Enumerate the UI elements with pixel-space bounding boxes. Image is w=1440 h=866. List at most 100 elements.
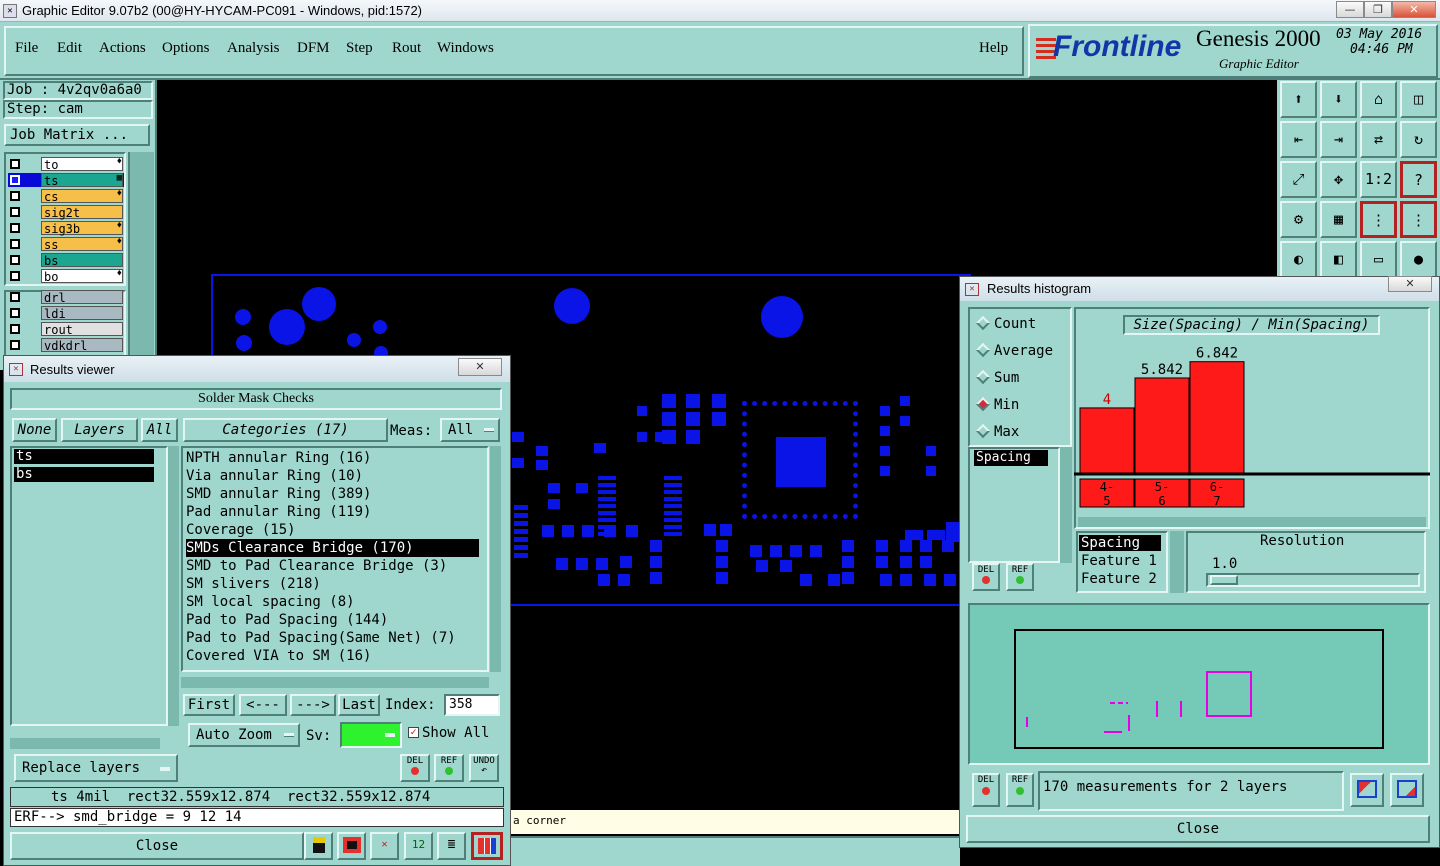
del-button[interactable]: DEL xyxy=(400,754,430,782)
net-icon[interactable]: ⋮ xyxy=(1360,201,1397,238)
layer-name[interactable]: cs xyxy=(41,189,123,204)
report-icon[interactable]: ≣ xyxy=(437,832,466,860)
layer-list-hscroll[interactable] xyxy=(10,738,160,749)
layer-checkbox[interactable] xyxy=(10,292,20,302)
layer-checkbox[interactable] xyxy=(10,340,20,350)
home-icon[interactable]: ⌂ xyxy=(1360,81,1397,118)
net-alt-icon[interactable]: ⋮ xyxy=(1400,201,1437,238)
category-hscroll[interactable] xyxy=(181,677,489,688)
layer-checkbox[interactable] xyxy=(10,255,20,265)
first-button[interactable]: First xyxy=(183,694,235,716)
fit-icon[interactable]: ⤢ xyxy=(1280,161,1317,198)
maximize-button[interactable]: ❐ xyxy=(1364,1,1392,18)
layers-button[interactable]: Layers xyxy=(61,418,138,442)
category-item[interactable]: Pad annular Ring (119) xyxy=(186,503,371,521)
menu-edit[interactable]: Edit xyxy=(57,40,82,57)
histogram-del-button[interactable]: DEL xyxy=(972,563,1000,591)
category-item[interactable]: Pad to Pad Spacing(Same Net) (7) xyxy=(186,629,456,647)
help-icon[interactable]: ? xyxy=(1400,161,1437,198)
zoom-home-icon[interactable]: ⬆ xyxy=(1280,81,1317,118)
menu-dfm[interactable]: DFM xyxy=(297,40,330,57)
ruler-icon[interactable]: ▭ xyxy=(1360,241,1397,278)
layer-name[interactable]: ldi xyxy=(41,306,123,321)
replace-layers-dropdown[interactable]: Replace layers xyxy=(14,754,178,782)
grid-icon[interactable]: ▦ xyxy=(1320,201,1357,238)
measure-item[interactable]: Spacing xyxy=(974,450,1048,466)
preview-ref-button[interactable]: REF xyxy=(1006,773,1034,807)
histogram-close-x[interactable]: ✕ xyxy=(1388,276,1432,292)
auto-zoom-dropdown[interactable]: Auto Zoom xyxy=(188,723,300,747)
results-viewer-close-x[interactable]: ✕ xyxy=(458,358,502,376)
layer-row-to[interactable]: to ♦ xyxy=(8,157,124,172)
center-icon[interactable]: ✥ xyxy=(1320,161,1357,198)
attr-item[interactable]: Feature 1 xyxy=(1079,553,1159,569)
chart-hscroll[interactable] xyxy=(1078,517,1426,527)
layer-checkbox[interactable] xyxy=(10,223,20,233)
menu-file[interactable]: File xyxy=(15,40,38,57)
category-item[interactable]: Pad to Pad Spacing (144) xyxy=(186,611,388,629)
layer-checkbox[interactable] xyxy=(10,159,20,169)
meas-dropdown[interactable]: All xyxy=(440,418,500,442)
layer-list-vscroll[interactable] xyxy=(168,446,179,726)
category-vscroll[interactable] xyxy=(490,446,501,672)
tools-icon[interactable]: ⚙ xyxy=(1280,201,1317,238)
ref-disabled-icon[interactable]: ✕ xyxy=(370,832,399,860)
measure-list-scroll[interactable] xyxy=(1060,447,1072,563)
job-matrix-button[interactable]: Job Matrix ... xyxy=(4,124,150,146)
layer-name[interactable]: vdkdrl xyxy=(41,338,123,353)
category-item[interactable]: SMD annular Ring (389) xyxy=(186,485,371,503)
save-view-icon[interactable]: ⬇ xyxy=(1320,81,1357,118)
layer-name[interactable]: sig3b xyxy=(41,221,123,236)
minimize-button[interactable]: — xyxy=(1336,1,1364,18)
pan-right-icon[interactable]: ⇥ xyxy=(1320,121,1357,158)
close-window-button[interactable]: ✕ xyxy=(1392,1,1436,18)
layer-checkbox[interactable] xyxy=(10,308,20,318)
layer-row-cs[interactable]: cs ♦ xyxy=(8,189,124,204)
none-button[interactable]: None xyxy=(12,418,57,442)
layer-checkbox[interactable] xyxy=(10,239,20,249)
attr-item[interactable]: Feature 2 xyxy=(1079,571,1159,587)
attr-list-scroll[interactable] xyxy=(1170,531,1184,593)
category-item[interactable]: SMD to Pad Clearance Bridge (3) xyxy=(186,557,447,575)
preview-del-button[interactable]: DEL xyxy=(972,773,1000,807)
undo-button[interactable]: UNDO ↶ xyxy=(469,754,499,782)
layer-scrollbar[interactable] xyxy=(128,152,154,370)
layer-name[interactable]: rout xyxy=(41,322,123,337)
layer-row-ldi[interactable]: ldi xyxy=(8,306,124,321)
layer-name[interactable]: drl xyxy=(41,290,123,305)
category-item[interactable]: SM slivers (218) xyxy=(186,575,321,593)
layer-icon[interactable]: ◐ xyxy=(1280,241,1317,278)
stop-icon[interactable] xyxy=(337,832,366,860)
menu-step[interactable]: Step xyxy=(346,40,373,57)
layer-name[interactable]: bo xyxy=(41,269,123,284)
slider-thumb[interactable] xyxy=(1210,575,1238,585)
swap-icon[interactable]: ⇄ xyxy=(1360,121,1397,158)
attr-item[interactable]: Spacing xyxy=(1079,535,1161,551)
index-input[interactable]: 358 xyxy=(444,694,500,716)
menu-windows[interactable]: Windows xyxy=(437,40,494,57)
layer-checkbox[interactable] xyxy=(10,324,20,334)
category-item[interactable]: Covered VIA to SM (16) xyxy=(186,647,371,665)
layer-checkbox[interactable] xyxy=(10,207,20,217)
ref-button[interactable]: REF xyxy=(434,754,464,782)
result-layer-item[interactable]: ts xyxy=(14,449,154,464)
last-button[interactable]: Last xyxy=(338,694,380,716)
layer-row-vdkdrl[interactable]: vdkdrl xyxy=(8,338,124,353)
layer-row-ss[interactable]: ss ♦ xyxy=(8,237,124,252)
layer-name[interactable]: ss xyxy=(41,237,123,252)
show-all-checkbox[interactable]: ✓ xyxy=(408,727,419,738)
zoom-all-icon[interactable] xyxy=(1390,773,1424,807)
results-close-button[interactable]: Close xyxy=(10,832,304,860)
layer-checkbox[interactable] xyxy=(10,271,20,281)
histogram-icon[interactable] xyxy=(471,832,503,860)
category-item[interactable]: NPTH annular Ring (16) xyxy=(186,449,371,467)
layer-row-ts[interactable]: ts ▦ xyxy=(8,173,124,188)
menu-analysis[interactable]: Analysis xyxy=(227,40,280,57)
layer-checkbox[interactable] xyxy=(10,191,20,201)
category-item[interactable]: SM local spacing (8) xyxy=(186,593,355,611)
category-item[interactable]: Via annular Ring (10) xyxy=(186,467,363,485)
window-icon[interactable]: ◫ xyxy=(1400,81,1437,118)
categories-button[interactable]: Categories (17) xyxy=(183,418,388,442)
menu-help[interactable]: Help xyxy=(979,40,1008,57)
layer-row-drl[interactable]: drl xyxy=(8,290,124,305)
